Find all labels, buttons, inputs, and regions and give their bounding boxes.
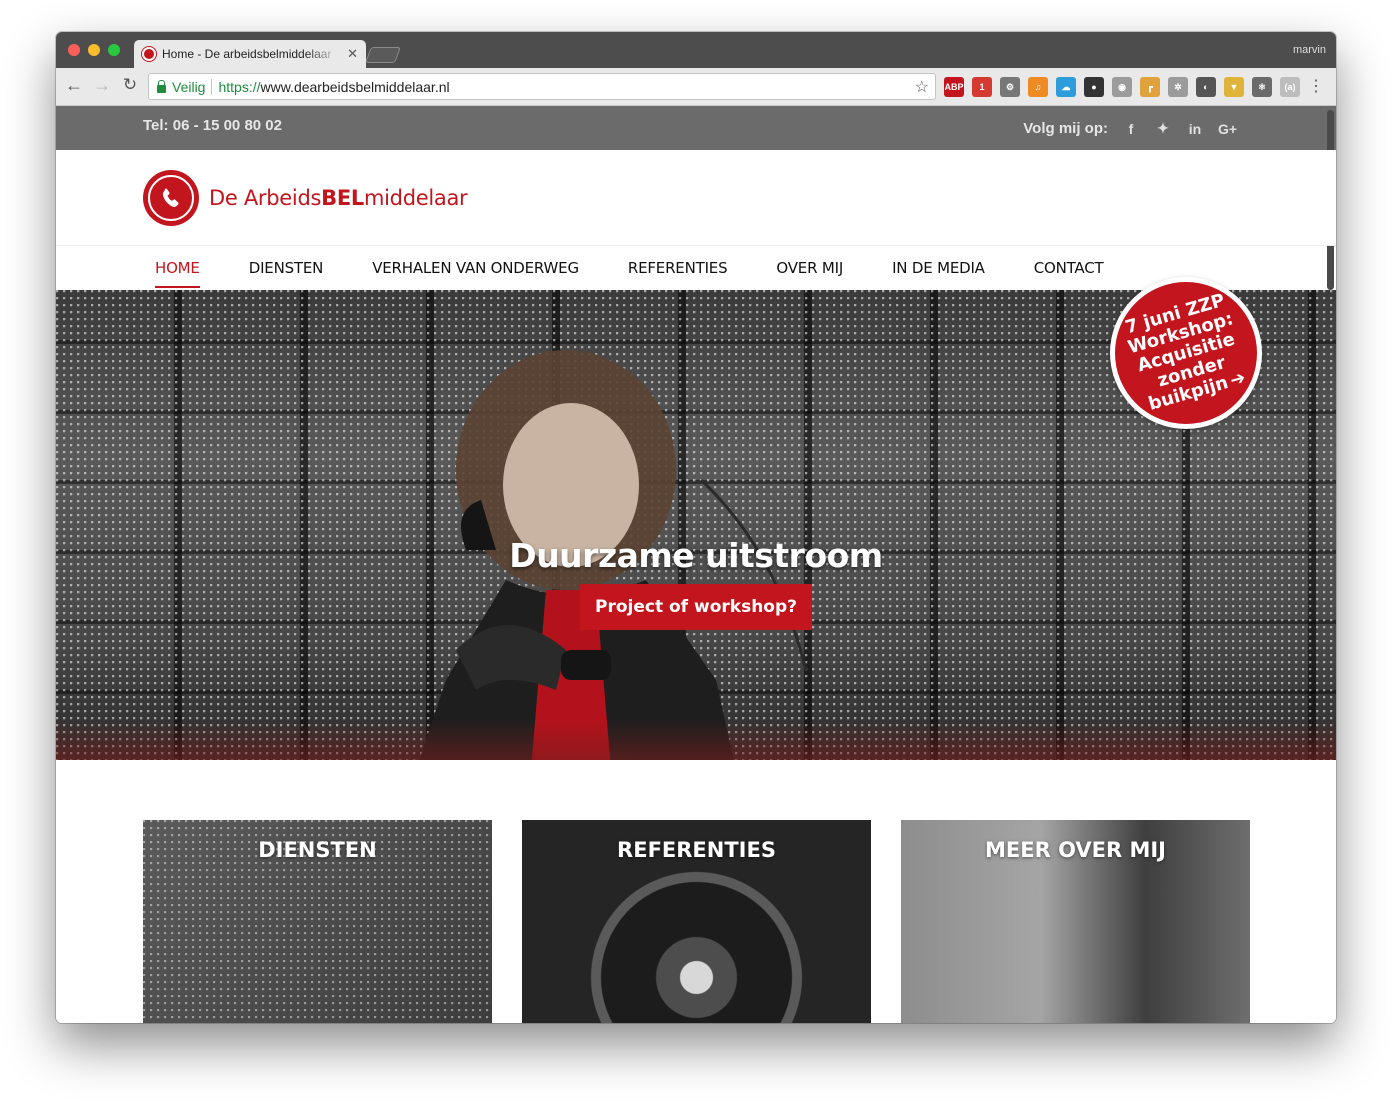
adblock-icon[interactable]: ABP (944, 77, 964, 97)
nav-item-in-de-media[interactable]: IN DE MEDIA (880, 247, 997, 290)
follow-label: Volg mij op: (1023, 120, 1108, 137)
browser-toolbar: ← → ↻ Veilig https:// www.dearbeidsbelmi… (56, 68, 1336, 106)
tag-icon[interactable]: ┏ (1140, 77, 1160, 97)
tab-close-icon[interactable]: ✕ (347, 46, 358, 62)
phone-logo-icon[interactable] (143, 170, 199, 226)
site-header: De ArbeidsBELmiddelaar (56, 150, 1336, 246)
hero-title: Duurzame uitstroom (509, 536, 883, 575)
tab-strip: Home - De arbeidsbelmiddelaar ✕ marvin (56, 32, 1336, 68)
gear-icon[interactable]: ⚙ (1000, 77, 1020, 97)
feature-cards: DIENSTEN REFERENTIES MEER OVER MIJ (143, 820, 1250, 1023)
shield-icon[interactable]: ▼ (1224, 77, 1244, 97)
nav-item-referenties[interactable]: REFERENTIES (616, 247, 740, 290)
spy-icon[interactable]: ● (1084, 77, 1104, 97)
card-meer-over-mij[interactable]: MEER OVER MIJ (901, 820, 1250, 1023)
camera-icon[interactable]: ◉ (1112, 77, 1132, 97)
card-title: DIENSTEN (258, 838, 377, 862)
weather-icon[interactable]: ☁ (1056, 77, 1076, 97)
url-scheme: https:// (218, 78, 261, 95)
settings-icon[interactable]: ✲ (1168, 77, 1188, 97)
minimize-window-button[interactable] (88, 44, 100, 56)
social-follow: Volg mij op: f ✦ in G+ (1023, 120, 1237, 137)
linkedin-icon[interactable]: in (1186, 121, 1204, 137)
project-workshop-button[interactable]: Project of workshop? (580, 584, 812, 630)
profile-name[interactable]: marvin (1293, 44, 1326, 56)
phone-number[interactable]: Tel: 06 - 15 00 80 02 (143, 117, 282, 134)
nav-item-over-mij[interactable]: OVER MIJ (764, 247, 855, 290)
placeholder-icon[interactable]: (a) (1280, 77, 1300, 97)
music-icon[interactable]: ♫ (1028, 77, 1048, 97)
maximize-window-button[interactable] (108, 44, 120, 56)
facebook-icon[interactable]: f (1122, 121, 1140, 137)
back-arrow-icon[interactable]: ← (64, 75, 84, 96)
nav-item-contact[interactable]: CONTACT (1022, 247, 1116, 290)
browser-menu-icon[interactable]: ⋮ (1308, 76, 1324, 96)
extensions-bar: ABP 1 ⚙ ♫ ☁ ● ◉ ┏ ✲ ◐ ▼ ⚛ (a) (944, 77, 1300, 97)
tab-title: Home - De arbeidsbelmiddelaar (162, 47, 332, 61)
calendar-icon[interactable]: 1 (972, 77, 992, 97)
hero-bottom-fade (56, 720, 1336, 760)
bookmark-star-icon[interactable]: ☆ (915, 77, 929, 97)
browser-window: Home - De arbeidsbelmiddelaar ✕ marvin ←… (56, 32, 1336, 1023)
reload-icon[interactable]: ↻ (120, 75, 140, 95)
logo-text[interactable]: De ArbeidsBELmiddelaar (209, 186, 468, 210)
google-plus-icon[interactable]: G+ (1218, 121, 1237, 137)
workshop-badge[interactable]: 7 juni ZZP Workshop: Acquisitie zonder b… (1110, 277, 1262, 429)
nav-item-verhalen[interactable]: VERHALEN VAN ONDERWEG (360, 247, 591, 290)
url-host: www.dearbeidsbelmiddelaar.nl (260, 78, 450, 95)
card-referenties[interactable]: REFERENTIES (522, 820, 871, 1023)
favicon-icon (142, 47, 156, 61)
nav-item-diensten[interactable]: DIENSTEN (237, 247, 335, 290)
browser-tab[interactable]: Home - De arbeidsbelmiddelaar ✕ (134, 40, 366, 68)
arrow-right-icon: ➔ (1227, 367, 1248, 392)
atom-icon[interactable]: ⚛ (1252, 77, 1272, 97)
site-topbar: Tel: 06 - 15 00 80 02 Volg mij op: f ✦ i… (56, 106, 1336, 290)
nav-item-home[interactable]: HOME (143, 247, 212, 290)
card-title: REFERENTIES (617, 838, 776, 862)
page-viewport: Tel: 06 - 15 00 80 02 Volg mij op: f ✦ i… (56, 106, 1336, 1023)
card-title: MEER OVER MIJ (985, 838, 1166, 862)
security-label: Veilig (172, 78, 206, 95)
lock-icon (157, 79, 166, 93)
main-nav: HOME DIENSTEN VERHALEN VAN ONDERWEG REFE… (143, 247, 1115, 290)
new-tab-button[interactable] (365, 47, 401, 63)
omnibox-divider (211, 78, 213, 95)
forward-arrow-icon[interactable]: → (92, 75, 112, 96)
address-bar[interactable]: Veilig https:// www.dearbeidsbelmiddelaa… (148, 73, 936, 100)
twitter-icon[interactable]: ✦ (1154, 120, 1172, 137)
close-window-button[interactable] (68, 44, 80, 56)
circle-icon[interactable]: ◐ (1196, 77, 1216, 97)
card-diensten[interactable]: DIENSTEN (143, 820, 492, 1023)
